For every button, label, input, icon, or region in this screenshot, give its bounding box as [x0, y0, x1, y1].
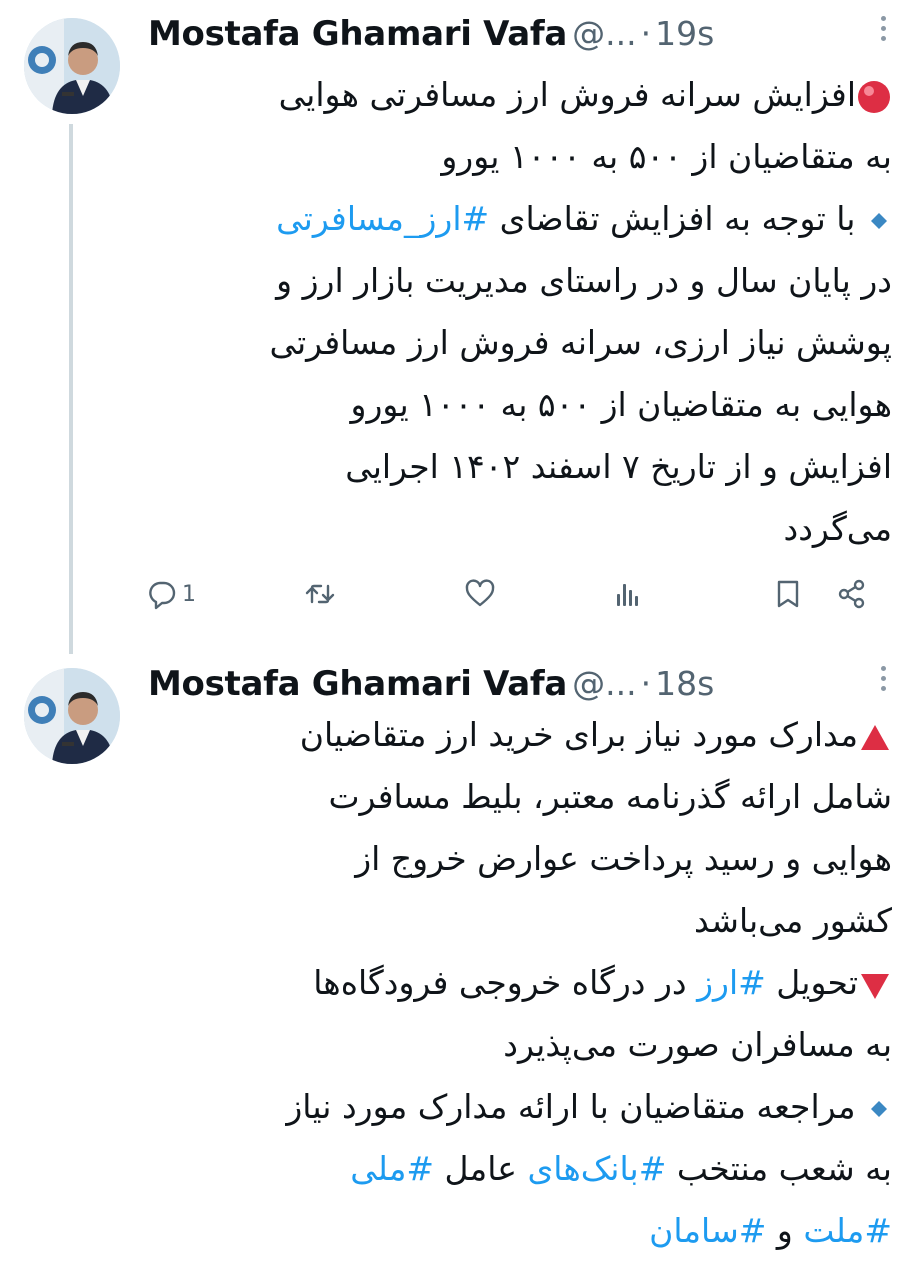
tweet-line: به متقاضیان از ۵۰۰ به ۱۰۰۰ یورو	[441, 137, 892, 176]
tweet-line: در پایان سال و در راستای مدیریت بازار ار…	[276, 261, 892, 300]
timestamp[interactable]: 18s	[655, 664, 714, 703]
retweet-icon	[305, 584, 335, 604]
more-icon[interactable]	[876, 16, 890, 41]
tweet-text: افزایش سرانه فروش ارز مسافرتی هوایی به م…	[140, 64, 892, 560]
tweet-actions: 1	[0, 578, 914, 622]
tweet-line: افزایش سرانه فروش ارز مسافرتی هوایی	[140, 64, 892, 126]
share-button[interactable]	[836, 578, 868, 610]
bookmark-icon	[777, 580, 799, 608]
author-handle[interactable]: @...	[572, 664, 636, 703]
like-icon	[465, 579, 495, 607]
timestamp[interactable]: 19s	[655, 14, 714, 53]
hashtag-link[interactable]: #ارز	[697, 963, 766, 1002]
red-triangle-up-icon	[861, 724, 889, 750]
more-icon[interactable]	[876, 666, 890, 691]
author-name[interactable]: Mostafa Ghamari Vafa	[148, 14, 567, 54]
tweet-line: به مسافران صورت می‌پذیرد	[503, 1025, 892, 1064]
blue-diamond-icon	[871, 1100, 887, 1117]
views-button[interactable]	[612, 578, 644, 610]
share-icon	[838, 579, 865, 609]
separator-dot: ·	[640, 14, 652, 53]
reply-icon	[149, 581, 176, 610]
bookmark-button[interactable]	[772, 578, 804, 610]
tweet-line: #ملت و #سامان	[649, 1211, 892, 1250]
tweet-line: مراجعه متقاضیان با ارائه مدارک مورد نیاز	[140, 1076, 892, 1138]
reply-count: 1	[182, 581, 196, 607]
thread-connector-line	[69, 124, 73, 654]
tweet-line: مدارک مورد نیاز برای خرید ارز متقاضیان	[140, 704, 892, 766]
tweet-line: هوایی و رسید پرداخت عوارض خروج از	[355, 839, 892, 878]
separator-dot: ·	[640, 664, 652, 703]
tweet-line: تحویل #ارز در درگاه خروجی فرودگاه‌ها	[140, 952, 892, 1014]
tweet-line: به شعب منتخب #بانک‌های عامل #ملی	[350, 1149, 892, 1188]
author-handle[interactable]: @...	[572, 14, 636, 53]
avatar[interactable]	[24, 668, 120, 764]
avatar[interactable]	[24, 18, 120, 114]
tweet-line: با توجه به افزایش تقاضای #ارز_مسافرتی	[140, 188, 892, 250]
reply-button[interactable]: 1	[146, 578, 196, 610]
blue-diamond-icon	[871, 212, 887, 229]
hashtag-link[interactable]: #ارز_مسافرتی	[276, 199, 489, 238]
tweet-line: پوشش نیاز ارزی، سرانه فروش ارز مسافرتی	[269, 323, 892, 362]
views-icon	[617, 584, 638, 606]
author-name[interactable]: Mostafa Ghamari Vafa	[148, 664, 567, 704]
hashtag-link[interactable]: #بانک‌های	[527, 1149, 666, 1188]
tweet-line: هوایی به متقاضیان از ۵۰۰ به ۱۰۰۰ یورو	[350, 385, 892, 424]
tweet-line: کشور می‌باشد	[693, 901, 892, 940]
retweet-button[interactable]	[304, 578, 336, 610]
hashtag-link[interactable]: #ملی	[350, 1149, 434, 1188]
tweet-text: مدارک مورد نیاز برای خرید ارز متقاضیان ش…	[140, 704, 892, 1262]
red-triangle-down-icon	[861, 973, 889, 999]
hashtag-link[interactable]: #سامان	[649, 1211, 766, 1250]
like-button[interactable]	[464, 578, 496, 610]
tweet-line: می‌گردد	[783, 509, 893, 548]
tweet-header: Mostafa Ghamari Vafa @... · 19s	[148, 14, 888, 66]
tweet-line: شامل ارائه گذرنامه معتبر، بلیط مسافرت	[328, 777, 892, 816]
hashtag-link[interactable]: #ملت	[803, 1211, 892, 1250]
tweet-line: افزایش و از تاریخ ۷ اسفند ۱۴۰۲ اجرایی	[345, 447, 892, 486]
red-circle-icon	[858, 80, 890, 113]
